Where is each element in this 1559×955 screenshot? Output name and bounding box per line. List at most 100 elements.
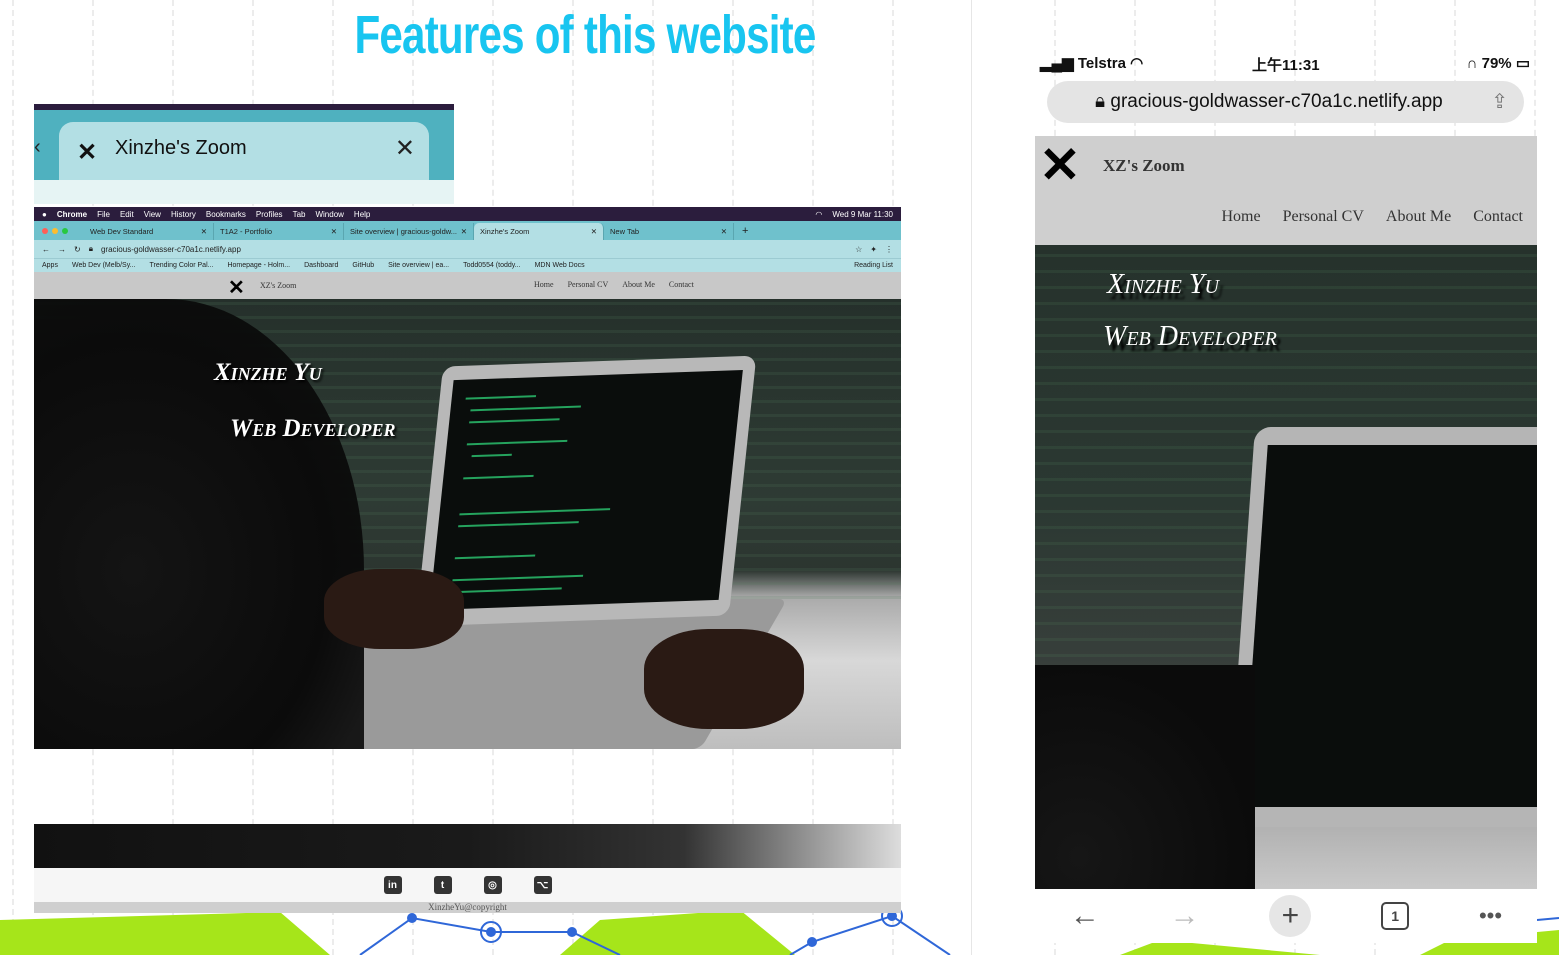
tab-title: Xinzhe's Zoom (115, 137, 247, 159)
safari-toolbar: ← → + 1 ••• (1035, 889, 1537, 943)
bookmark-item[interactable]: MDN Web Docs (535, 262, 585, 269)
hero-name: Xinzhe Yu (214, 359, 322, 386)
menu-item[interactable]: Help (354, 210, 370, 219)
site-logo-icon[interactable]: ✕ (1039, 136, 1081, 194)
carrier-name: Telstra (1077, 55, 1126, 72)
nav-link-contact[interactable]: Contact (1473, 208, 1523, 226)
hero-image-strip (34, 824, 901, 868)
nav-link-personal-cv[interactable]: Personal CV (568, 280, 609, 289)
laptop-image (415, 355, 757, 627)
lock-icon: 🔒︎ (88, 244, 93, 253)
tab-xinzhes-zoom[interactable]: ✕ Xinzhe's Zoom ✕ (59, 122, 429, 184)
close-icon[interactable]: ✕ (331, 227, 337, 236)
menubar-datetime[interactable]: Wed 9 Mar 11:30 (832, 210, 893, 219)
bookmark-item[interactable]: Trending Color Pal... (150, 262, 214, 269)
browser-tab-preview: ‹ ✕ Xinzhe's Zoom ✕ (34, 104, 454, 204)
twitter-icon[interactable]: t (433, 876, 452, 894)
close-icon[interactable]: ✕ (721, 227, 727, 236)
new-tab-icon[interactable]: + (742, 225, 748, 237)
menu-item[interactable]: Tab (293, 210, 306, 219)
bookmark-item[interactable]: Dashboard (304, 262, 338, 269)
battery-percent: 79% (1481, 55, 1512, 72)
apple-icon[interactable]: ● (42, 210, 47, 219)
mobile-url[interactable]: gracious-goldwasser-c70a1c.netlify.app (1110, 91, 1442, 112)
chrome-tab-active[interactable]: Xinzhe's Zoom ✕ (474, 223, 604, 240)
mobile-address-bar[interactable]: 🔒︎ gracious-goldwasser-c70a1c.netlify.ap… (1047, 81, 1524, 123)
chrome-tab[interactable]: Web Dev Standard ✕ (84, 223, 214, 240)
mobile-screenshot: ✕ XZ's Zoom Home Personal CV About Me Co… (1035, 136, 1537, 889)
menu-icon[interactable]: ⋮ (885, 245, 893, 254)
minimize-window-button[interactable] (52, 227, 58, 234)
reading-list-button[interactable]: Reading List (854, 262, 893, 269)
bookmark-item[interactable]: Apps (42, 262, 58, 269)
zoom-window-button[interactable] (62, 227, 68, 234)
menu-item[interactable]: Bookmarks (206, 210, 246, 219)
site-logo-icon[interactable]: ✕ (228, 275, 245, 300)
chrome-tab-label: New Tab (610, 227, 640, 236)
menu-item[interactable]: Edit (120, 210, 134, 219)
menu-item[interactable]: File (97, 210, 110, 219)
nav-link-home[interactable]: Home (1221, 208, 1260, 226)
window-controls (42, 227, 68, 234)
tab-scroll-left-icon[interactable]: ‹ (34, 136, 41, 159)
bookmark-item[interactable]: Todd0554 (toddy... (463, 262, 520, 269)
chrome-tab-label: Site overview | gracious-goldw... (350, 227, 457, 236)
bookmark-item[interactable]: GitHub (352, 262, 374, 269)
mac-menubar: ● Chrome File Edit View History Bookmark… (34, 207, 901, 221)
slide-title: Features of this website (354, 5, 816, 65)
nav-link-personal-cv[interactable]: Personal CV (1283, 208, 1364, 226)
forward-icon[interactable]: → (58, 245, 66, 254)
more-icon[interactable]: ••• (1479, 903, 1502, 929)
nav-link-about-me[interactable]: About Me (1386, 208, 1451, 226)
desktop-screenshot: ● Chrome File Edit View History Bookmark… (34, 207, 901, 749)
site-navbar: ✕ XZ's Zoom Home Personal CV About Me Co… (34, 272, 901, 299)
wifi-icon: ◠ (1130, 55, 1144, 72)
chrome-tab[interactable]: New Tab ✕ (604, 223, 734, 240)
new-tab-button[interactable]: + (1269, 895, 1312, 937)
reload-icon[interactable]: ↻ (74, 245, 81, 254)
forward-icon[interactable]: → (1170, 899, 1200, 933)
address-bar: ← → ↻ 🔒︎ gracious-goldwasser-c70a1c.netl… (34, 240, 901, 258)
hand-image (324, 569, 464, 649)
menu-item[interactable]: View (144, 210, 161, 219)
bookmark-item[interactable]: Homepage - Holm... (227, 262, 290, 269)
chrome-tab-label: T1A2 - Portfolio (220, 227, 273, 236)
hand-image (644, 629, 804, 729)
extensions-icon[interactable]: ✦ (870, 245, 877, 254)
nav-link-about-me[interactable]: About Me (622, 280, 655, 289)
chrome-tab[interactable]: T1A2 - Portfolio ✕ (214, 223, 344, 240)
hero-role: Web Developer (230, 415, 396, 442)
chrome-tab[interactable]: Site overview | gracious-goldw... ✕ (344, 223, 474, 240)
bookmark-item[interactable]: Site overview | ea... (388, 262, 449, 269)
copyright-text: XinzheYu@copyright (34, 902, 901, 913)
back-icon[interactable]: ← (42, 245, 50, 254)
menu-item[interactable]: Window (315, 210, 343, 219)
tab-count-button[interactable]: 1 (1381, 902, 1410, 930)
wifi-icon[interactable]: ◠ (815, 210, 822, 219)
linkedin-icon[interactable]: in (383, 876, 402, 894)
instagram-icon[interactable]: ◎ (483, 876, 502, 894)
laptop-image (1227, 427, 1537, 827)
nav-link-contact[interactable]: Contact (669, 280, 694, 289)
menu-item[interactable]: History (171, 210, 196, 219)
close-icon[interactable]: ✕ (395, 134, 415, 163)
url-field[interactable]: gracious-goldwasser-c70a1c.netlify.app (101, 245, 847, 254)
nav-link-home[interactable]: Home (534, 280, 554, 289)
phone-time: 上午11:31 (1252, 57, 1320, 74)
close-icon[interactable]: ✕ (201, 227, 207, 236)
back-icon[interactable]: ← (1070, 899, 1100, 933)
close-icon[interactable]: ✕ (591, 227, 597, 236)
close-window-button[interactable] (42, 227, 48, 234)
chrome-tab-label: Xinzhe's Zoom (480, 227, 530, 236)
bookmark-item[interactable]: Web Dev (Melb/Sy... (72, 262, 136, 269)
chrome-tab-label: Web Dev Standard (90, 227, 154, 236)
menu-item[interactable]: Chrome (57, 210, 87, 219)
share-icon[interactable]: ⇪ (1491, 89, 1508, 114)
battery-icon: ▭ (1515, 55, 1530, 72)
lock-icon: 🔒︎ (1095, 91, 1106, 112)
menu-item[interactable]: Profiles (256, 210, 283, 219)
github-icon[interactable]: ⌥ (533, 876, 552, 894)
star-icon[interactable]: ☆ (855, 245, 862, 254)
close-icon[interactable]: ✕ (461, 227, 467, 236)
site-footer-preview: in t ◎ ⌥ XinzheYu@copyright (34, 824, 901, 913)
